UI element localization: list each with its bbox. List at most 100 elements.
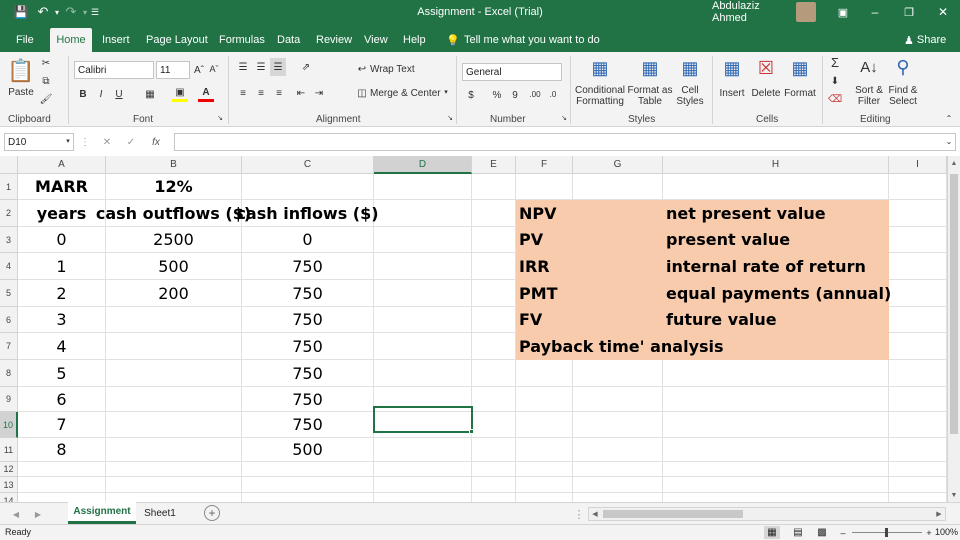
ribbon-display-icon[interactable]: ▣ <box>832 0 854 24</box>
fill-icon[interactable]: ⬇ <box>828 74 842 88</box>
cell-i7[interactable] <box>889 333 947 360</box>
paste-icon[interactable]: 📋 <box>6 56 36 86</box>
cell-h1[interactable] <box>663 174 889 200</box>
tab-help[interactable]: Help <box>397 28 432 52</box>
sort-filter-button[interactable]: Sort & Filter <box>850 84 888 108</box>
row-header-1[interactable]: 1 <box>0 174 18 200</box>
merge-center-button[interactable]: Merge & Center <box>370 86 442 100</box>
cell-i5[interactable] <box>889 280 947 307</box>
cell-f5[interactable]: PMT <box>516 280 573 307</box>
cell-i9[interactable] <box>889 387 947 412</box>
undo-icon[interactable]: ↶ <box>34 0 52 24</box>
sheet-tab-assignment[interactable]: Assignment <box>68 502 136 524</box>
cell-f14[interactable] <box>516 493 573 502</box>
font-size-box[interactable]: 11 <box>156 61 190 79</box>
cell-a6[interactable]: 3 <box>18 307 106 333</box>
scroll-right-icon[interactable]: ▶ <box>933 508 945 520</box>
cell-a12[interactable] <box>18 462 106 477</box>
cell-b9[interactable] <box>106 387 242 412</box>
row-header-9[interactable]: 9 <box>0 387 18 412</box>
cell-c14[interactable] <box>242 493 374 502</box>
column-header-f[interactable]: F <box>516 156 573 174</box>
cell-b1[interactable]: 12% <box>106 174 242 200</box>
align-left-icon[interactable]: ≡ <box>236 86 250 100</box>
cell-d11[interactable] <box>374 438 472 462</box>
cell-c8[interactable]: 750 <box>242 360 374 387</box>
cell-e4[interactable] <box>472 253 516 280</box>
cell-f7[interactable]: Payback time' analysis <box>516 333 889 360</box>
cell-c9[interactable]: 750 <box>242 387 374 412</box>
cell-i14[interactable] <box>889 493 947 502</box>
name-box-dropdown-icon[interactable]: ▾ <box>64 135 72 149</box>
number-launcher-icon[interactable]: ↘ <box>560 114 568 124</box>
font-color-icon[interactable]: A <box>198 86 214 102</box>
cell-c5[interactable]: 750 <box>242 280 374 307</box>
collapse-ribbon-icon[interactable]: ⌃ <box>944 114 954 124</box>
cell-c2[interactable]: cash inflows ($) <box>236 200 379 227</box>
cell-i1[interactable] <box>889 174 947 200</box>
row-header-11[interactable]: 11 <box>0 438 18 462</box>
fill-handle[interactable] <box>469 429 474 434</box>
cell-a3[interactable]: 0 <box>18 227 106 253</box>
cell-g11[interactable] <box>573 438 663 462</box>
orientation-icon[interactable]: ⇗ <box>294 60 318 74</box>
cell-a10[interactable]: 7 <box>18 412 106 438</box>
tab-home[interactable]: Home <box>50 28 92 52</box>
column-header-b[interactable]: B <box>106 156 242 174</box>
add-sheet-icon[interactable]: + <box>204 505 220 521</box>
row-header-7[interactable]: 7 <box>0 333 18 360</box>
cell-c3[interactable]: 0 <box>242 227 374 253</box>
customize-qat-icon[interactable]: ☰ <box>88 0 102 24</box>
insert-function-button[interactable]: fx <box>148 135 164 149</box>
row-header-5[interactable]: 5 <box>0 280 18 307</box>
cell-f6[interactable]: FV <box>516 307 573 333</box>
cell-i4[interactable] <box>889 253 947 280</box>
close-icon[interactable]: ✕ <box>932 0 954 24</box>
font-launcher-icon[interactable]: ↘ <box>216 114 224 124</box>
cell-d4[interactable] <box>374 253 472 280</box>
cell-c13[interactable] <box>242 477 374 493</box>
page-break-view-icon[interactable]: ▩ <box>814 526 830 539</box>
delete-cells-button[interactable]: Delete <box>750 86 782 100</box>
cell-i10[interactable] <box>889 412 947 438</box>
row-header-13[interactable]: 13 <box>0 477 18 493</box>
cell-a4[interactable]: 1 <box>18 253 106 280</box>
zoom-level[interactable]: 100% <box>935 527 958 537</box>
row-header-12[interactable]: 12 <box>0 462 18 477</box>
cell-f8[interactable] <box>516 360 573 387</box>
cell-f3[interactable]: PV <box>516 227 573 253</box>
cell-styles-icon[interactable]: ▦ <box>678 56 702 82</box>
cell-g10[interactable] <box>573 412 663 438</box>
tab-view[interactable]: View <box>358 28 394 52</box>
merge-center-icon[interactable]: ◫ <box>356 86 368 100</box>
copy-icon[interactable]: ⧉ <box>38 74 54 88</box>
cell-c10[interactable]: 750 <box>242 412 374 438</box>
cell-g2[interactable] <box>573 200 663 227</box>
cell-e10[interactable] <box>472 412 516 438</box>
cell-b5[interactable]: 200 <box>106 280 242 307</box>
comma-button[interactable]: 9 <box>508 88 522 102</box>
tab-insert[interactable]: Insert <box>96 28 136 52</box>
cell-a9[interactable]: 6 <box>18 387 106 412</box>
cell-f12[interactable] <box>516 462 573 477</box>
align-bottom-icon[interactable]: ☰ <box>270 58 286 76</box>
row-header-4[interactable]: 4 <box>0 253 18 280</box>
cell-d14[interactable] <box>374 493 472 502</box>
cell-a5[interactable]: 2 <box>18 280 106 307</box>
sheet-tab-sheet1[interactable]: Sheet1 <box>140 503 180 523</box>
cell-d5[interactable] <box>374 280 472 307</box>
percent-button[interactable]: % <box>490 88 504 102</box>
cell-e14[interactable] <box>472 493 516 502</box>
cut-icon[interactable]: ✂ <box>38 56 54 70</box>
restore-icon[interactable]: ❐ <box>898 0 920 24</box>
cell-c1[interactable] <box>242 174 374 200</box>
cell-h14[interactable] <box>663 493 889 502</box>
cell-e1[interactable] <box>472 174 516 200</box>
active-cell-selection[interactable] <box>373 406 473 433</box>
cell-d12[interactable] <box>374 462 472 477</box>
cell-e8[interactable] <box>472 360 516 387</box>
tab-page-layout[interactable]: Page Layout <box>140 28 214 52</box>
cell-e9[interactable] <box>472 387 516 412</box>
cell-h4[interactable]: internal rate of return <box>663 253 889 280</box>
cell-d3[interactable] <box>374 227 472 253</box>
